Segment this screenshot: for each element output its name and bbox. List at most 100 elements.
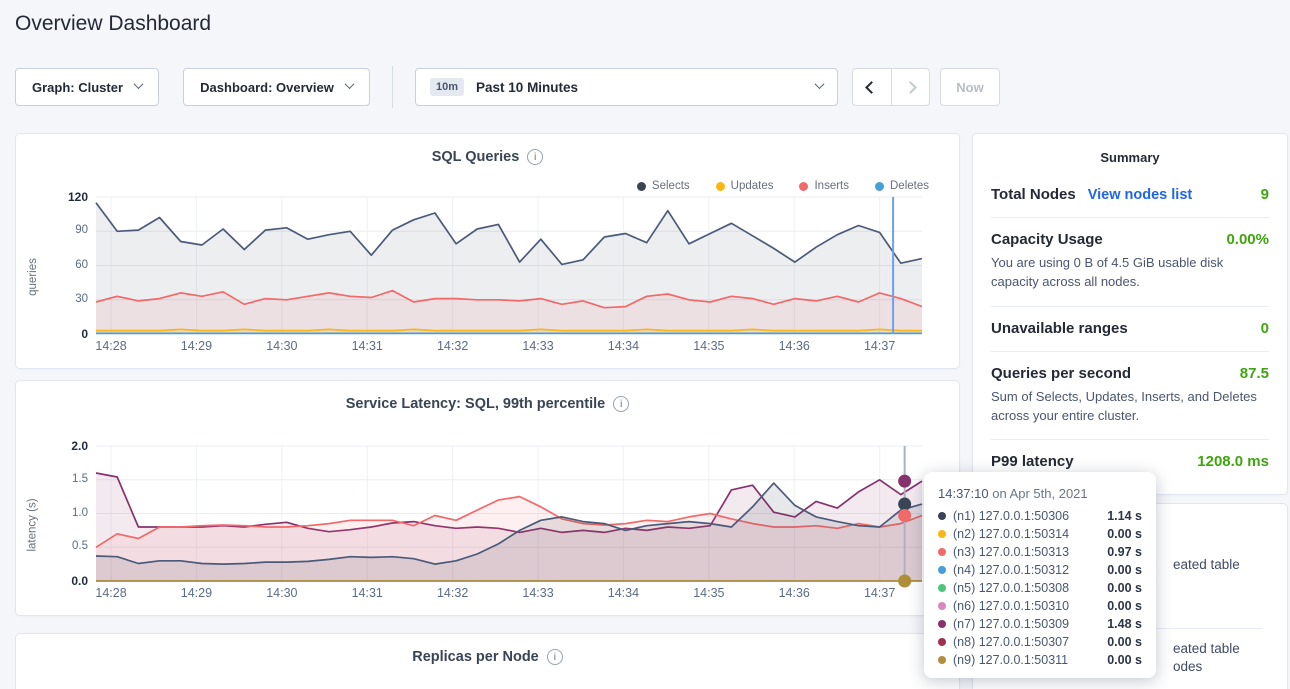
- tooltip-node-value: 1.48 s: [1107, 617, 1142, 631]
- tooltip-row: (n6) 127.0.0.1:503100.00 s: [938, 597, 1142, 615]
- tooltip-node-address: (n3) 127.0.0.1:50313: [953, 545, 1069, 559]
- info-icon[interactable]: i: [547, 649, 563, 665]
- qps-value: 87.5: [1240, 365, 1269, 382]
- y-tick-label: 60: [42, 259, 88, 271]
- tooltip-node-value: 0.00 s: [1107, 599, 1142, 613]
- tooltip-node-address: (n1) 127.0.0.1:50306: [953, 509, 1069, 523]
- tooltip-node-list: (n1) 127.0.0.1:503061.14 s (n2) 127.0.0.1…: [938, 507, 1142, 669]
- tooltip-node-value: 0.00 s: [1107, 563, 1142, 577]
- summary-row-unavailable-ranges: Unavailable ranges 0: [991, 306, 1269, 351]
- dashboard-dropdown[interactable]: Dashboard: Overview: [183, 68, 370, 106]
- node-dot-icon: [938, 656, 946, 664]
- y-tick-label: 30: [42, 293, 88, 305]
- event-row-fragment: eated table: [1173, 557, 1240, 572]
- node-dot-icon: [938, 548, 946, 556]
- tooltip-node-address: (n8) 127.0.0.1:50307: [953, 635, 1069, 649]
- x-tick-label: 14:33: [522, 586, 553, 600]
- tooltip-node-value: 0.00 s: [1107, 635, 1142, 649]
- view-nodes-list-link[interactable]: View nodes list: [1088, 187, 1193, 203]
- capacity-description: You are using 0 B of 4.5 GiB usable disk…: [991, 254, 1269, 292]
- x-tick-label: 14:36: [779, 339, 810, 353]
- event-row-fragment: odes: [1173, 659, 1202, 674]
- time-range-picker[interactable]: 10m Past 10 Minutes: [415, 68, 838, 106]
- unavailable-ranges-value: 0: [1261, 320, 1269, 337]
- legend-dot-icon: [799, 182, 808, 191]
- x-tick-label: 14:29: [181, 339, 212, 353]
- legend-dot-icon: [716, 182, 725, 191]
- sql-queries-svg: [96, 197, 922, 334]
- x-tick-label: 14:37: [864, 586, 895, 600]
- x-tick-label: 14:35: [693, 339, 724, 353]
- node-dot-icon: [938, 602, 946, 610]
- x-tick-label: 14:28: [95, 586, 126, 600]
- tooltip-row: (n1) 127.0.0.1:503061.14 s: [938, 507, 1142, 525]
- unavailable-ranges-label: Unavailable ranges: [991, 320, 1128, 337]
- chevron-down-icon: [344, 79, 354, 89]
- tooltip-node-address: (n5) 127.0.0.1:50308: [953, 581, 1069, 595]
- total-nodes-label: Total Nodes: [991, 186, 1076, 203]
- total-nodes-value: 9: [1261, 186, 1269, 203]
- node-dot-icon: [938, 566, 946, 574]
- info-icon[interactable]: i: [613, 396, 629, 412]
- time-step-buttons: [852, 68, 930, 106]
- x-tick-label: 14:30: [266, 339, 297, 353]
- x-tick-label: 14:37: [864, 339, 895, 353]
- p99-latency-value: 1208.0 ms: [1197, 453, 1269, 470]
- legend-item-selects: Selects: [637, 180, 690, 192]
- y-tick-label: 0.5: [42, 540, 88, 552]
- y-tick-label: 0: [42, 327, 88, 341]
- y-tick-label: 1.5: [42, 473, 88, 485]
- x-axis: 14:2814:2914:3014:3114:3214:3314:3414:35…: [96, 586, 922, 604]
- node-dot-icon: [938, 530, 946, 538]
- qps-description: Sum of Selects, Updates, Inserts, and De…: [991, 388, 1269, 426]
- summary-row-capacity: Capacity Usage 0.00% You are using 0 B o…: [991, 217, 1269, 306]
- sql-queries-card: SQL Queries i SelectsUpdatesInsertsDelet…: [15, 133, 960, 369]
- page-title: Overview Dashboard: [15, 12, 211, 36]
- x-tick-label: 14:30: [266, 586, 297, 600]
- capacity-label: Capacity Usage: [991, 231, 1103, 248]
- now-button-label: Now: [956, 80, 983, 95]
- crosshair-dot: [898, 475, 911, 488]
- x-tick-label: 14:32: [437, 339, 468, 353]
- overview-dashboard-page: Overview Dashboard Graph: Cluster Dashbo…: [0, 0, 1290, 689]
- p99-latency-label: P99 latency: [991, 453, 1074, 470]
- tooltip-node-address: (n2) 127.0.0.1:50314: [953, 527, 1069, 541]
- time-forward-button[interactable]: [891, 69, 930, 105]
- tooltip-node-value: 0.00 s: [1107, 653, 1142, 667]
- legend-item-inserts: Inserts: [799, 180, 849, 192]
- controls-divider: [392, 66, 393, 108]
- info-icon[interactable]: i: [527, 149, 543, 165]
- tooltip-node-value: 0.97 s: [1107, 545, 1142, 559]
- tooltip-timestamp: 14:37:10 on Apr 5th, 2021: [938, 486, 1142, 501]
- legend-label: Deletes: [890, 180, 929, 192]
- summary-row-total-nodes: Total Nodes View nodes list 9: [991, 173, 1269, 217]
- crosshair-dot: [898, 498, 911, 511]
- tooltip-row: (n9) 127.0.0.1:50311 0.00 s: [938, 651, 1142, 669]
- graph-dropdown[interactable]: Graph: Cluster: [15, 68, 159, 106]
- service-latency-title: Service Latency: SQL, 99th percentile: [346, 396, 606, 412]
- summary-card: Summary Total Nodes View nodes list 9 Ca…: [972, 133, 1288, 495]
- legend-item-updates: Updates: [716, 180, 774, 192]
- node-dot-icon: [938, 620, 946, 628]
- tooltip-node-address: (n4) 127.0.0.1:50312: [953, 563, 1069, 577]
- chevron-down-icon: [815, 79, 825, 89]
- time-range-label: Past 10 Minutes: [476, 80, 804, 95]
- capacity-value: 0.00%: [1226, 231, 1269, 248]
- event-row-fragment: eated table: [1173, 641, 1240, 656]
- y-tick-label: 1.0: [42, 507, 88, 519]
- y-tick-label: 2.0: [42, 439, 88, 453]
- y-axis-label: queries: [26, 197, 40, 357]
- y-axis-label: latency (s): [26, 446, 40, 604]
- legend-item-deletes: Deletes: [875, 180, 929, 192]
- node-dot-icon: [938, 584, 946, 592]
- tooltip-node-address: (n9) 127.0.0.1:50311: [953, 653, 1068, 667]
- now-button[interactable]: Now: [940, 68, 1000, 106]
- time-back-button[interactable]: [853, 69, 891, 105]
- service-latency-svg: [96, 446, 922, 581]
- replicas-per-node-card: Replicas per Node i: [15, 633, 960, 689]
- service-latency-card: Service Latency: SQL, 99th percentile i …: [15, 380, 960, 616]
- legend-label: Inserts: [814, 180, 849, 192]
- tooltip-row: (n8) 127.0.0.1:50307 0.00 s: [938, 633, 1142, 651]
- legend-dot-icon: [875, 182, 884, 191]
- x-tick-label: 14:34: [608, 339, 639, 353]
